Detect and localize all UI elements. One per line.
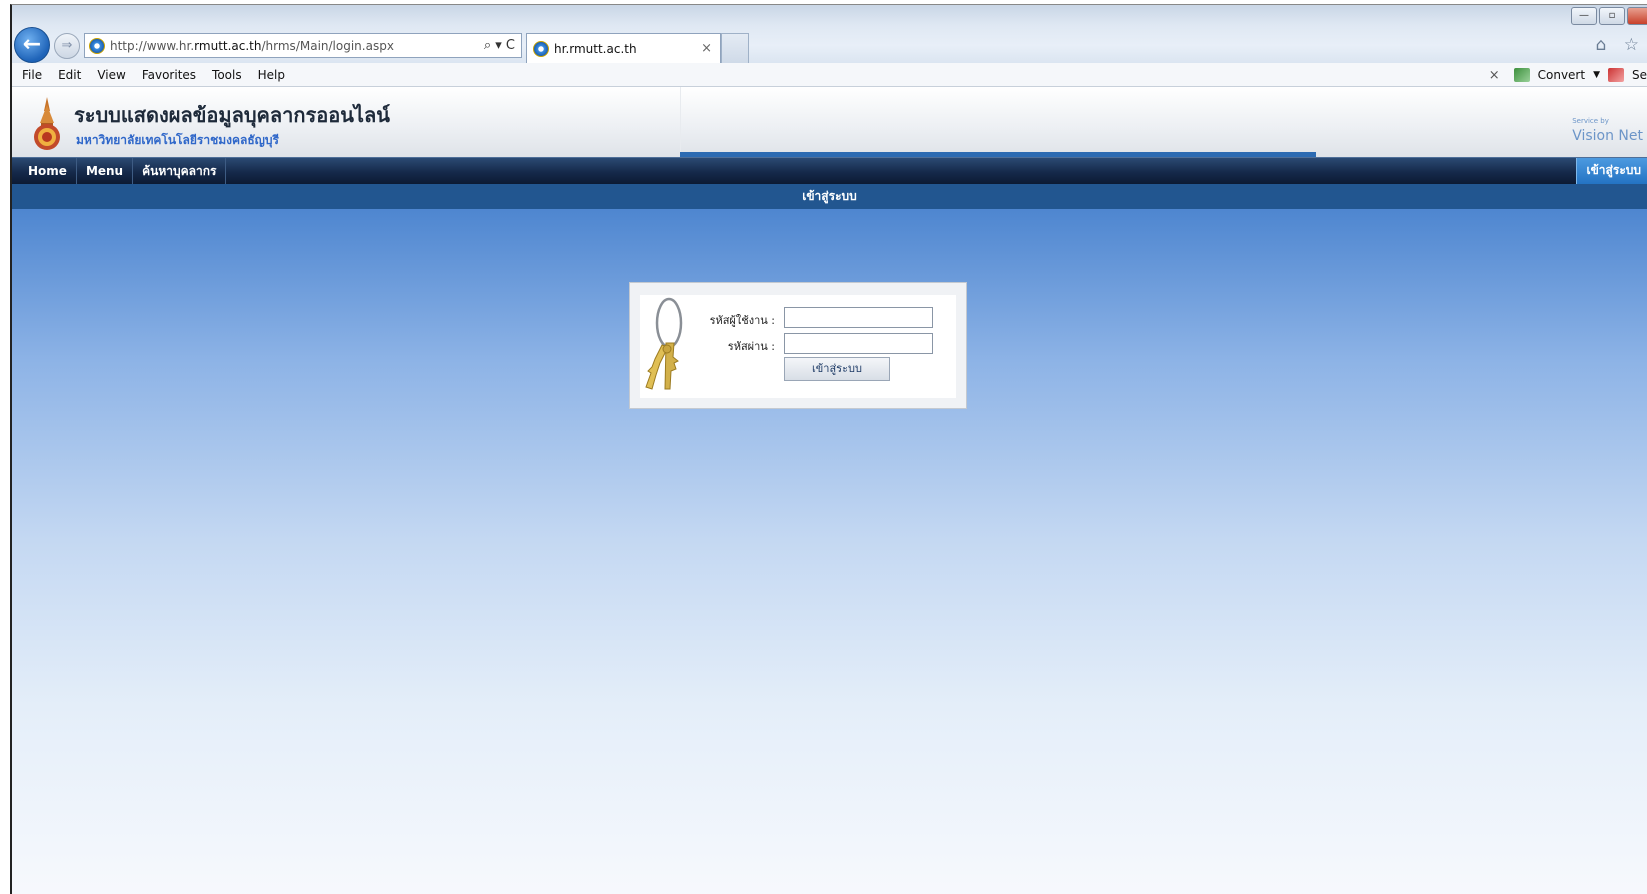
convert-dropdown-icon[interactable]: ▼ xyxy=(1593,70,1600,80)
browser-window: — ▫ ← ⇒ http://www.hr.rmutt.ac.th/hrms/M… xyxy=(10,4,1647,894)
password-label: รหัสผ่าน : xyxy=(727,340,775,353)
menu-help[interactable]: Help xyxy=(250,68,293,82)
convert-button[interactable]: Convert xyxy=(1538,68,1585,82)
site-title: ระบบแสดงผลข้อมูลบุคลากรออนไลน์ xyxy=(74,103,390,127)
site-header: ระบบแสดงผลข้อมูลบุคลากรออนไลน์ มหาวิทยาล… xyxy=(12,87,1647,157)
back-button[interactable]: ← xyxy=(14,27,50,63)
main-content: รหัสผู้ใช้งาน : รหัสผ่าน : เข้าสู่ระบบ xyxy=(12,209,1647,894)
new-tab-button[interactable] xyxy=(721,33,749,63)
menu-edit[interactable]: Edit xyxy=(50,68,89,82)
site-subtitle: มหาวิทยาลัยเทคโนโลยีราชมงคลธัญบุรี xyxy=(76,133,279,147)
nav-home[interactable]: Home xyxy=(12,158,77,185)
service-by-label: Service by xyxy=(1572,117,1609,125)
command-bar-close-icon[interactable]: × xyxy=(1489,68,1500,83)
menu-view[interactable]: View xyxy=(89,68,133,82)
menu-tools[interactable]: Tools xyxy=(204,68,250,82)
home-favorites-icons[interactable]: ⌂ ☆ xyxy=(1596,35,1645,55)
password-input[interactable] xyxy=(784,333,933,354)
nav-search-personnel[interactable]: ค้นหาบุคลากร xyxy=(133,158,227,185)
login-form: รหัสผู้ใช้งาน : รหัสผ่าน : เข้าสู่ระบบ xyxy=(640,295,956,398)
browser-tab[interactable]: hr.rmutt.ac.th × xyxy=(526,33,721,63)
select-icon xyxy=(1608,68,1624,82)
tab-favicon-icon xyxy=(533,40,549,57)
url-prefix: http://www.hr. xyxy=(110,38,195,53)
username-label: รหัสผู้ใช้งาน : xyxy=(709,314,775,327)
site-navbar: Home Menu ค้นหาบุคลากร เข้าสู่ระบบ xyxy=(12,157,1647,185)
browser-menubar: File Edit View Favorites Tools Help × Co… xyxy=(12,63,1647,87)
username-input[interactable] xyxy=(784,307,933,328)
restore-button[interactable]: ▫ xyxy=(1599,7,1625,25)
nav-login-button[interactable]: เข้าสู่ระบบ xyxy=(1575,158,1647,184)
keys-icon xyxy=(645,297,683,390)
forward-button[interactable]: ⇒ xyxy=(54,33,80,59)
browser-titlebar: — ▫ ← ⇒ http://www.hr.rmutt.ac.th/hrms/M… xyxy=(12,5,1647,63)
menu-favorites[interactable]: Favorites xyxy=(134,68,204,82)
command-bar: × Convert ▼ Se xyxy=(1489,63,1647,87)
header-divider xyxy=(680,87,681,152)
url-domain: rmutt.ac.th xyxy=(194,38,262,53)
service-brand: Vision Net xyxy=(1572,128,1643,144)
tab-title: hr.rmutt.ac.th xyxy=(554,41,637,56)
university-logo-icon xyxy=(34,97,60,150)
window-controls: — ▫ xyxy=(1571,7,1647,25)
address-url[interactable]: http://www.hr.rmutt.ac.th/hrms/Main/logi… xyxy=(110,39,484,53)
page-heading: เข้าสู่ระบบ xyxy=(12,184,1647,209)
tab-close-icon[interactable]: × xyxy=(701,41,720,56)
ie-page-icon xyxy=(89,37,105,54)
close-window-button[interactable] xyxy=(1627,7,1647,25)
minimize-button[interactable]: — xyxy=(1571,7,1597,25)
convert-icon xyxy=(1513,68,1530,82)
url-path: /hrms/Main/login.aspx xyxy=(261,38,394,53)
address-bar[interactable]: http://www.hr.rmutt.ac.th/hrms/Main/logi… xyxy=(84,33,522,58)
login-panel: รหัสผู้ใช้งาน : รหัสผ่าน : เข้าสู่ระบบ xyxy=(629,282,967,409)
search-refresh-icons[interactable]: ⌕ ▾ C xyxy=(484,38,521,53)
login-button[interactable]: เข้าสู่ระบบ xyxy=(784,357,890,381)
select-button[interactable]: Se xyxy=(1632,68,1647,82)
nav-menu[interactable]: Menu xyxy=(77,158,134,185)
service-by-logo: Service by Vision Net xyxy=(1572,117,1643,144)
menu-file[interactable]: File xyxy=(12,68,50,82)
